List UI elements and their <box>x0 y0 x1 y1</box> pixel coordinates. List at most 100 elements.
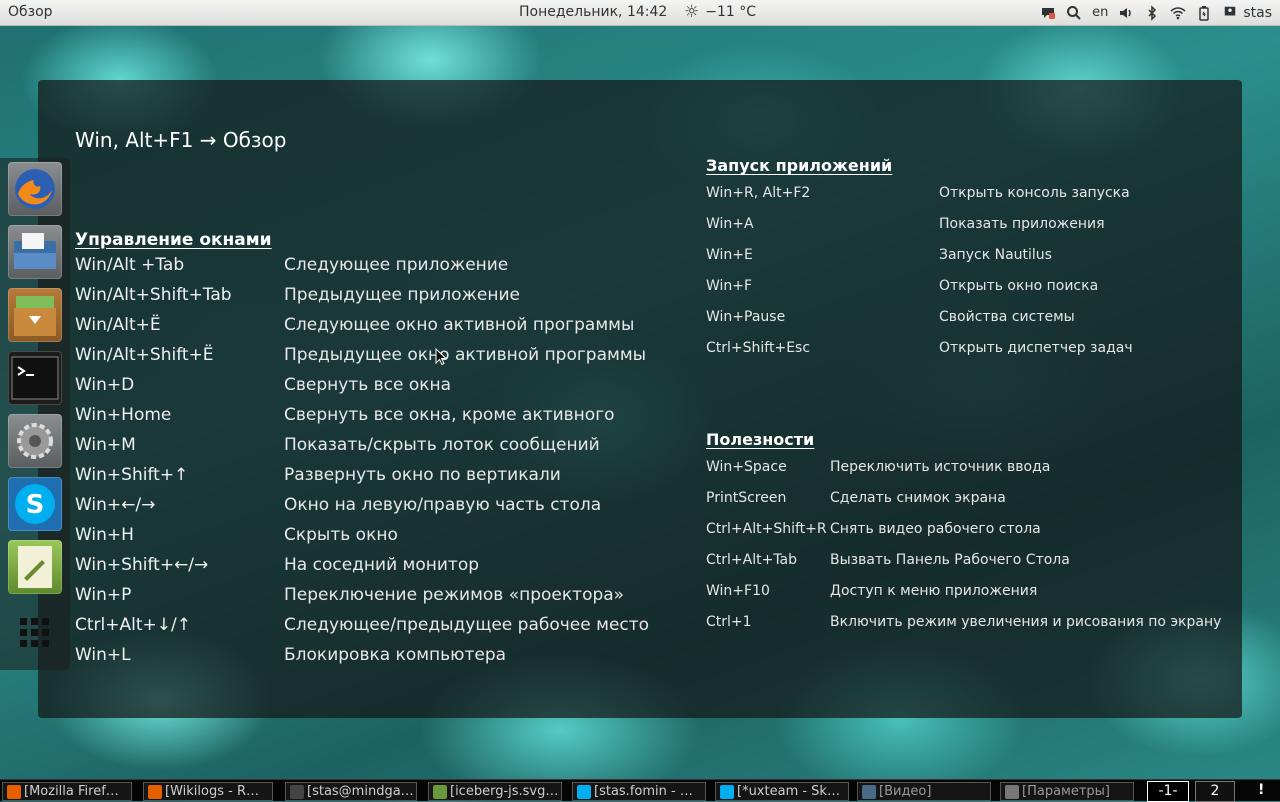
taskbar-button-label: [*uxteam - Sk… <box>737 784 840 799</box>
volume-icon[interactable] <box>1118 5 1134 21</box>
shortcut-key: PrintScreen <box>706 490 787 506</box>
show-apps-button[interactable] <box>18 616 52 650</box>
shortcuts-overlay: Win, Alt+F1 → Обзор Управление окнами Wi… <box>38 80 1242 718</box>
shortcut-description: Запуск Nautilus <box>939 247 1052 263</box>
terminal-icon <box>11 356 59 400</box>
shortcut-key: Win+L <box>75 645 131 665</box>
shortcut-key: Win+M <box>75 435 136 455</box>
shortcut-description: Переключение режимов «проектора» <box>284 585 625 605</box>
shortcut-description: Окно на левую/правую часть стола <box>284 495 602 515</box>
taskbar-button-label: [Видео] <box>879 784 932 799</box>
shortcut-description: Включить режим увеличения и рисования по… <box>830 614 1222 630</box>
bluetooth-icon[interactable] <box>1144 4 1160 21</box>
shortcut-key: Ctrl+1 <box>706 614 752 630</box>
dock-item-archive[interactable] <box>8 288 62 342</box>
taskbar-button[interactable]: [*uxteam - Sk… <box>715 782 849 801</box>
taskbar-button-label: [iceberg-js.svg… <box>450 784 559 799</box>
user-icon <box>1222 5 1238 21</box>
shortcut-description: Скрыть окно <box>284 525 398 545</box>
firefox-icon <box>7 784 21 799</box>
image-icon <box>433 784 447 799</box>
activities-button[interactable]: Обзор <box>8 4 53 20</box>
shortcut-key: Win+F10 <box>706 583 770 599</box>
shortcut-description: Показать/скрыть лоток сообщений <box>284 435 600 455</box>
taskbar-button-label: [Wikilogs - R… <box>165 784 259 799</box>
shortcut-key: Ctrl+Alt+Shift+R <box>706 521 827 537</box>
shortcut-key: Win+Home <box>75 405 172 425</box>
taskbar-button[interactable]: [stas@mindga… <box>285 782 417 801</box>
taskbar-button[interactable]: [Mozilla Firef… <box>2 782 132 801</box>
username: stas <box>1243 4 1272 21</box>
chat-icon[interactable] <box>1040 5 1056 21</box>
workspace-2[interactable]: 2 <box>1195 781 1235 802</box>
shortcut-description: Предыдущее приложение <box>284 285 520 305</box>
shortcut-description: Следующее приложение <box>284 255 509 275</box>
wifi-icon[interactable] <box>1170 5 1186 21</box>
shortcut-description: Снять видео рабочего стола <box>830 521 1041 537</box>
shortcut-description: Открыть консоль запуска <box>939 185 1130 201</box>
skype-icon <box>577 784 591 799</box>
mouse-cursor <box>435 348 447 366</box>
top-bar: Обзор Понедельник, 14:42 ☼ −11 °C en sta… <box>0 0 1280 26</box>
shortcut-key: Win/Alt+Shift+Ё <box>75 345 214 365</box>
shortcut-key: Win/Alt +Tab <box>75 255 185 275</box>
clock[interactable]: Понедельник, 14:42 <box>519 4 667 20</box>
text-editor-icon <box>18 546 52 588</box>
weather-indicator[interactable]: ☼ −11 °C <box>684 2 756 22</box>
dock-item-settings[interactable] <box>8 414 62 468</box>
taskbar-button[interactable]: [Wikilogs - R… <box>143 782 273 801</box>
dock-item-firefox[interactable] <box>8 162 62 216</box>
utilities-heading: Полезности <box>706 430 815 449</box>
dock-item-file-manager[interactable] <box>8 225 62 279</box>
dock-item-terminal[interactable] <box>8 351 62 405</box>
dash-dock: S <box>0 158 70 670</box>
shortcut-description: Вызвать Панель Рабочего Стола <box>830 552 1070 568</box>
firefox-icon <box>148 784 162 799</box>
shortcut-description: Следующее/предыдущее рабочее место <box>284 615 650 635</box>
svg-text:S: S <box>26 490 45 520</box>
shortcut-description: Свернуть все окна, кроме активного <box>284 405 615 425</box>
shortcut-key: Win+H <box>75 525 134 545</box>
shortcut-key: Win+R, Alt+F2 <box>706 185 811 201</box>
shortcut-description: Следующее окно активной программы <box>284 315 635 335</box>
sun-icon: ☼ <box>684 2 700 22</box>
shortcut-description: Открыть диспетчер задач <box>939 340 1133 356</box>
settings-icon <box>17 423 53 459</box>
dock-item-skype[interactable]: S <box>8 477 62 531</box>
taskbar-button-label: [stas.fomin - … <box>594 784 693 799</box>
terminal-icon <box>290 784 304 799</box>
taskbar-button-label: [Параметры] <box>1022 784 1110 799</box>
temperature: −11 °C <box>705 4 757 20</box>
app-launch-heading: Запуск приложений <box>706 156 893 175</box>
battery-icon[interactable] <box>1196 5 1212 21</box>
shortcut-description: Доступ к меню приложения <box>830 583 1038 599</box>
settings-icon <box>1005 784 1019 799</box>
shortcut-key: Win+Shift+↑ <box>75 465 189 485</box>
shortcut-key: Win+Space <box>706 459 787 475</box>
search-icon[interactable] <box>1066 5 1082 21</box>
overlay-title: Win, Alt+F1 → Обзор <box>75 128 287 152</box>
dock-item-text-editor[interactable] <box>8 540 62 594</box>
shortcut-key: Win/Alt+Ё <box>75 315 161 335</box>
taskbar-button-label: [stas@mindga… <box>307 784 414 799</box>
notification-indicator[interactable]: ! <box>1258 782 1264 798</box>
file-manager-icon <box>14 233 56 269</box>
shortcut-description: Свернуть все окна <box>284 375 452 395</box>
keyboard-layout[interactable]: en <box>1092 5 1108 20</box>
taskbar-button[interactable]: [stas.fomin - … <box>572 782 706 801</box>
shortcut-key: Win+P <box>75 585 132 605</box>
firefox-icon <box>15 169 55 209</box>
shortcut-description: На соседний монитор <box>284 555 480 575</box>
shortcut-key: Win+Shift+←/→ <box>75 555 209 575</box>
shortcut-key: Win+Pause <box>706 309 786 325</box>
shortcut-key: Ctrl+Alt+Tab <box>706 552 798 568</box>
shortcut-key: Win+E <box>706 247 753 263</box>
shortcut-description: Переключить источник ввода <box>830 459 1051 475</box>
taskbar-button[interactable]: [Параметры] <box>1000 782 1134 801</box>
shortcut-key: Ctrl+Alt+↓/↑ <box>75 615 191 635</box>
workspace-1[interactable]: -1- <box>1147 781 1189 802</box>
user-menu[interactable]: stas <box>1222 5 1272 21</box>
taskbar-button[interactable]: [iceberg-js.svg… <box>428 782 562 801</box>
taskbar-button[interactable]: [Видео] <box>857 782 991 801</box>
shortcut-key: Win/Alt+Shift+Tab <box>75 285 232 305</box>
